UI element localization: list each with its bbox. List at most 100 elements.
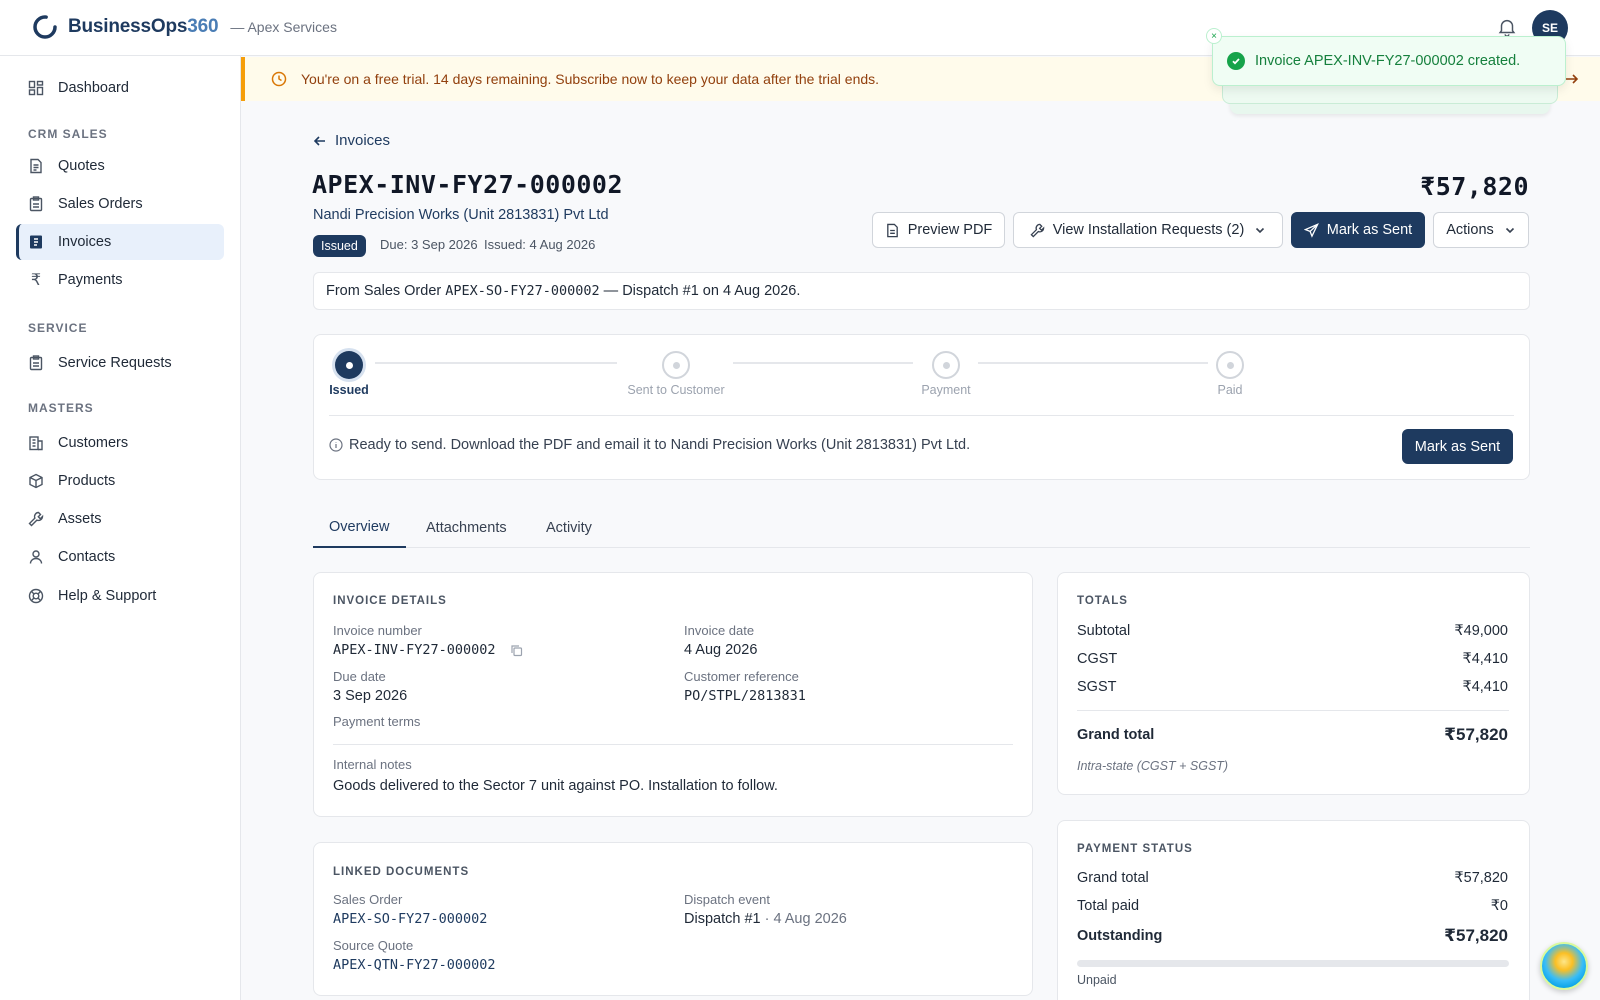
- sidebar-item-help[interactable]: Help & Support: [16, 578, 224, 614]
- tab-overview[interactable]: Overview: [313, 508, 406, 548]
- sales-order-link[interactable]: APEX-SO-FY27-000002: [445, 283, 599, 299]
- bell-icon[interactable]: [1496, 16, 1518, 38]
- sidebar-item-label: Help & Support: [58, 588, 157, 604]
- step-connector: [375, 362, 617, 364]
- dashboard-icon: [28, 80, 44, 96]
- sidebar-item-payments[interactable]: ₹ Payments: [16, 262, 224, 298]
- sidebar-item-label: Sales Orders: [58, 196, 143, 212]
- toast-close-button[interactable]: ×: [1206, 28, 1222, 44]
- next-step-text: Ready to send. Download the PDF and emai…: [349, 437, 971, 453]
- sidebar-item-label: Assets: [58, 511, 102, 527]
- sidebar-item-contacts[interactable]: Contacts: [16, 539, 224, 575]
- payment-status-text: Unpaid: [1077, 973, 1117, 987]
- step-label-sent: Sent to Customer: [627, 383, 725, 397]
- arrow-right-icon[interactable]: [1564, 71, 1580, 87]
- outstanding-value: ₹57,820: [1444, 926, 1508, 945]
- dispatch-event-value: Dispatch #1 · 4 Aug 2026: [684, 911, 847, 927]
- total-paid-value: ₹0: [1490, 898, 1508, 914]
- sales-order-label: Sales Order: [333, 892, 403, 907]
- wrench-icon: [1030, 223, 1044, 238]
- sidebar-item-assets[interactable]: Assets: [16, 501, 224, 537]
- payment-terms-label: Payment terms: [333, 714, 421, 729]
- sidebar-item-invoices[interactable]: Invoices: [16, 224, 224, 260]
- invoice-number-value: APEX-INV-FY27-000002: [333, 642, 496, 658]
- source-quote-link[interactable]: APEX-QTN-FY27-000002: [333, 957, 496, 973]
- sidebar-item-label: Customers: [58, 435, 129, 451]
- invoice-icon: [28, 234, 44, 250]
- section-crm-sales: CRM SALES: [28, 127, 108, 141]
- cgst-value: ₹4,410: [1462, 651, 1508, 667]
- wrench-icon: [28, 511, 44, 527]
- step-label-payment: Payment: [921, 383, 971, 397]
- step-label-paid: Paid: [1217, 383, 1243, 397]
- next-step-message: Ready to send. Download the PDF and emai…: [329, 437, 970, 453]
- view-installation-requests-button[interactable]: View Installation Requests (2): [1013, 212, 1283, 248]
- customer-name-link[interactable]: Nandi Precision Works (Unit 2813831) Pvt…: [313, 207, 609, 223]
- source-quote-label: Source Quote: [333, 938, 414, 953]
- linked-sales-order-link[interactable]: APEX-SO-FY27-000002: [333, 911, 487, 927]
- sidebar: Dashboard CRM SALES Quotes Sales Orders …: [0, 56, 241, 1000]
- step-issued-dot: [335, 351, 363, 379]
- tax-note: Intra-state (CGST + SGST): [1077, 759, 1229, 773]
- document-icon: [886, 223, 898, 237]
- arrow-left-icon: [313, 135, 325, 146]
- actions-dropdown-button[interactable]: Actions: [1433, 212, 1529, 248]
- card-title: TOTALS: [1077, 595, 1128, 607]
- clock-icon: [271, 71, 287, 87]
- copy-icon[interactable]: [510, 644, 523, 657]
- brand[interactable]: BusinessOps360 — Apex Services: [32, 14, 337, 40]
- preview-pdf-button[interactable]: Preview PDF: [872, 212, 1005, 248]
- sidebar-item-dashboard[interactable]: Dashboard: [16, 70, 224, 106]
- sidebar-item-products[interactable]: Products: [16, 463, 224, 499]
- back-label: Invoices: [335, 132, 391, 149]
- button-label: Mark as Sent: [1326, 222, 1413, 238]
- brand-name: BusinessOps360: [68, 16, 219, 37]
- step-connector: [733, 362, 913, 364]
- chevron-down-icon: [1505, 227, 1514, 234]
- issued-date-meta: Issued: 4 Aug 2026: [484, 237, 596, 252]
- dispatch-event-label: Dispatch event: [684, 892, 770, 907]
- section-masters: MASTERS: [28, 401, 94, 415]
- step-connector: [978, 362, 1208, 364]
- sidebar-item-service-requests[interactable]: Service Requests: [16, 345, 224, 381]
- divider: [329, 415, 1514, 416]
- tab-attachments[interactable]: Attachments: [410, 508, 523, 548]
- outstanding-label: Outstanding: [1077, 928, 1163, 944]
- sidebar-item-label: Products: [58, 473, 116, 489]
- cgst-label: CGST: [1077, 651, 1118, 667]
- step-paid-dot: [1216, 351, 1244, 379]
- back-to-invoices-link[interactable]: Invoices: [313, 132, 390, 149]
- sidebar-item-label: Service Requests: [58, 355, 172, 371]
- clipboard-icon: [28, 355, 44, 371]
- card-title: INVOICE DETAILS: [333, 595, 447, 607]
- invoice-amount: ₹57,820: [1420, 172, 1529, 201]
- section-service: SERVICE: [28, 321, 88, 335]
- sidebar-item-quotes[interactable]: Quotes: [16, 148, 224, 184]
- source-suffix: — Dispatch #1 on 4 Aug 2026.: [603, 283, 801, 299]
- tab-bar: Overview Attachments Activity: [313, 508, 1530, 548]
- payment-grand-total-value: ₹57,820: [1454, 870, 1508, 886]
- tab-activity[interactable]: Activity: [530, 508, 608, 548]
- mark-as-sent-button[interactable]: Mark as Sent: [1291, 212, 1425, 248]
- sidebar-item-sales-orders[interactable]: Sales Orders: [16, 186, 224, 222]
- due-date-label: Due date: [333, 669, 386, 684]
- invoice-date-value: 4 Aug 2026: [684, 642, 758, 658]
- mark-as-sent-secondary-button[interactable]: Mark as Sent: [1402, 429, 1513, 464]
- divider: [333, 744, 1013, 745]
- internal-notes-value: Goods delivered to the Sector 7 unit aga…: [333, 778, 778, 794]
- card-title: LINKED DOCUMENTS: [333, 866, 470, 878]
- assistant-avatar[interactable]: [1540, 942, 1588, 990]
- subtotal-label: Subtotal: [1077, 623, 1131, 639]
- sidebar-item-label: Payments: [58, 272, 123, 288]
- sidebar-item-customers[interactable]: Customers: [16, 425, 224, 461]
- person-icon: [28, 549, 44, 565]
- rupee-icon: ₹: [30, 272, 42, 289]
- status-badge: Issued: [313, 235, 366, 257]
- customer-reference-value: PO/STPL/2813831: [684, 688, 806, 704]
- due-date-meta: Due: 3 Sep 2026: [380, 237, 478, 252]
- customer-reference-label: Customer reference: [684, 669, 799, 684]
- info-icon: [329, 438, 343, 452]
- sgst-label: SGST: [1077, 679, 1117, 695]
- send-icon: [1303, 222, 1319, 238]
- invoice-progress-card: [313, 334, 1530, 480]
